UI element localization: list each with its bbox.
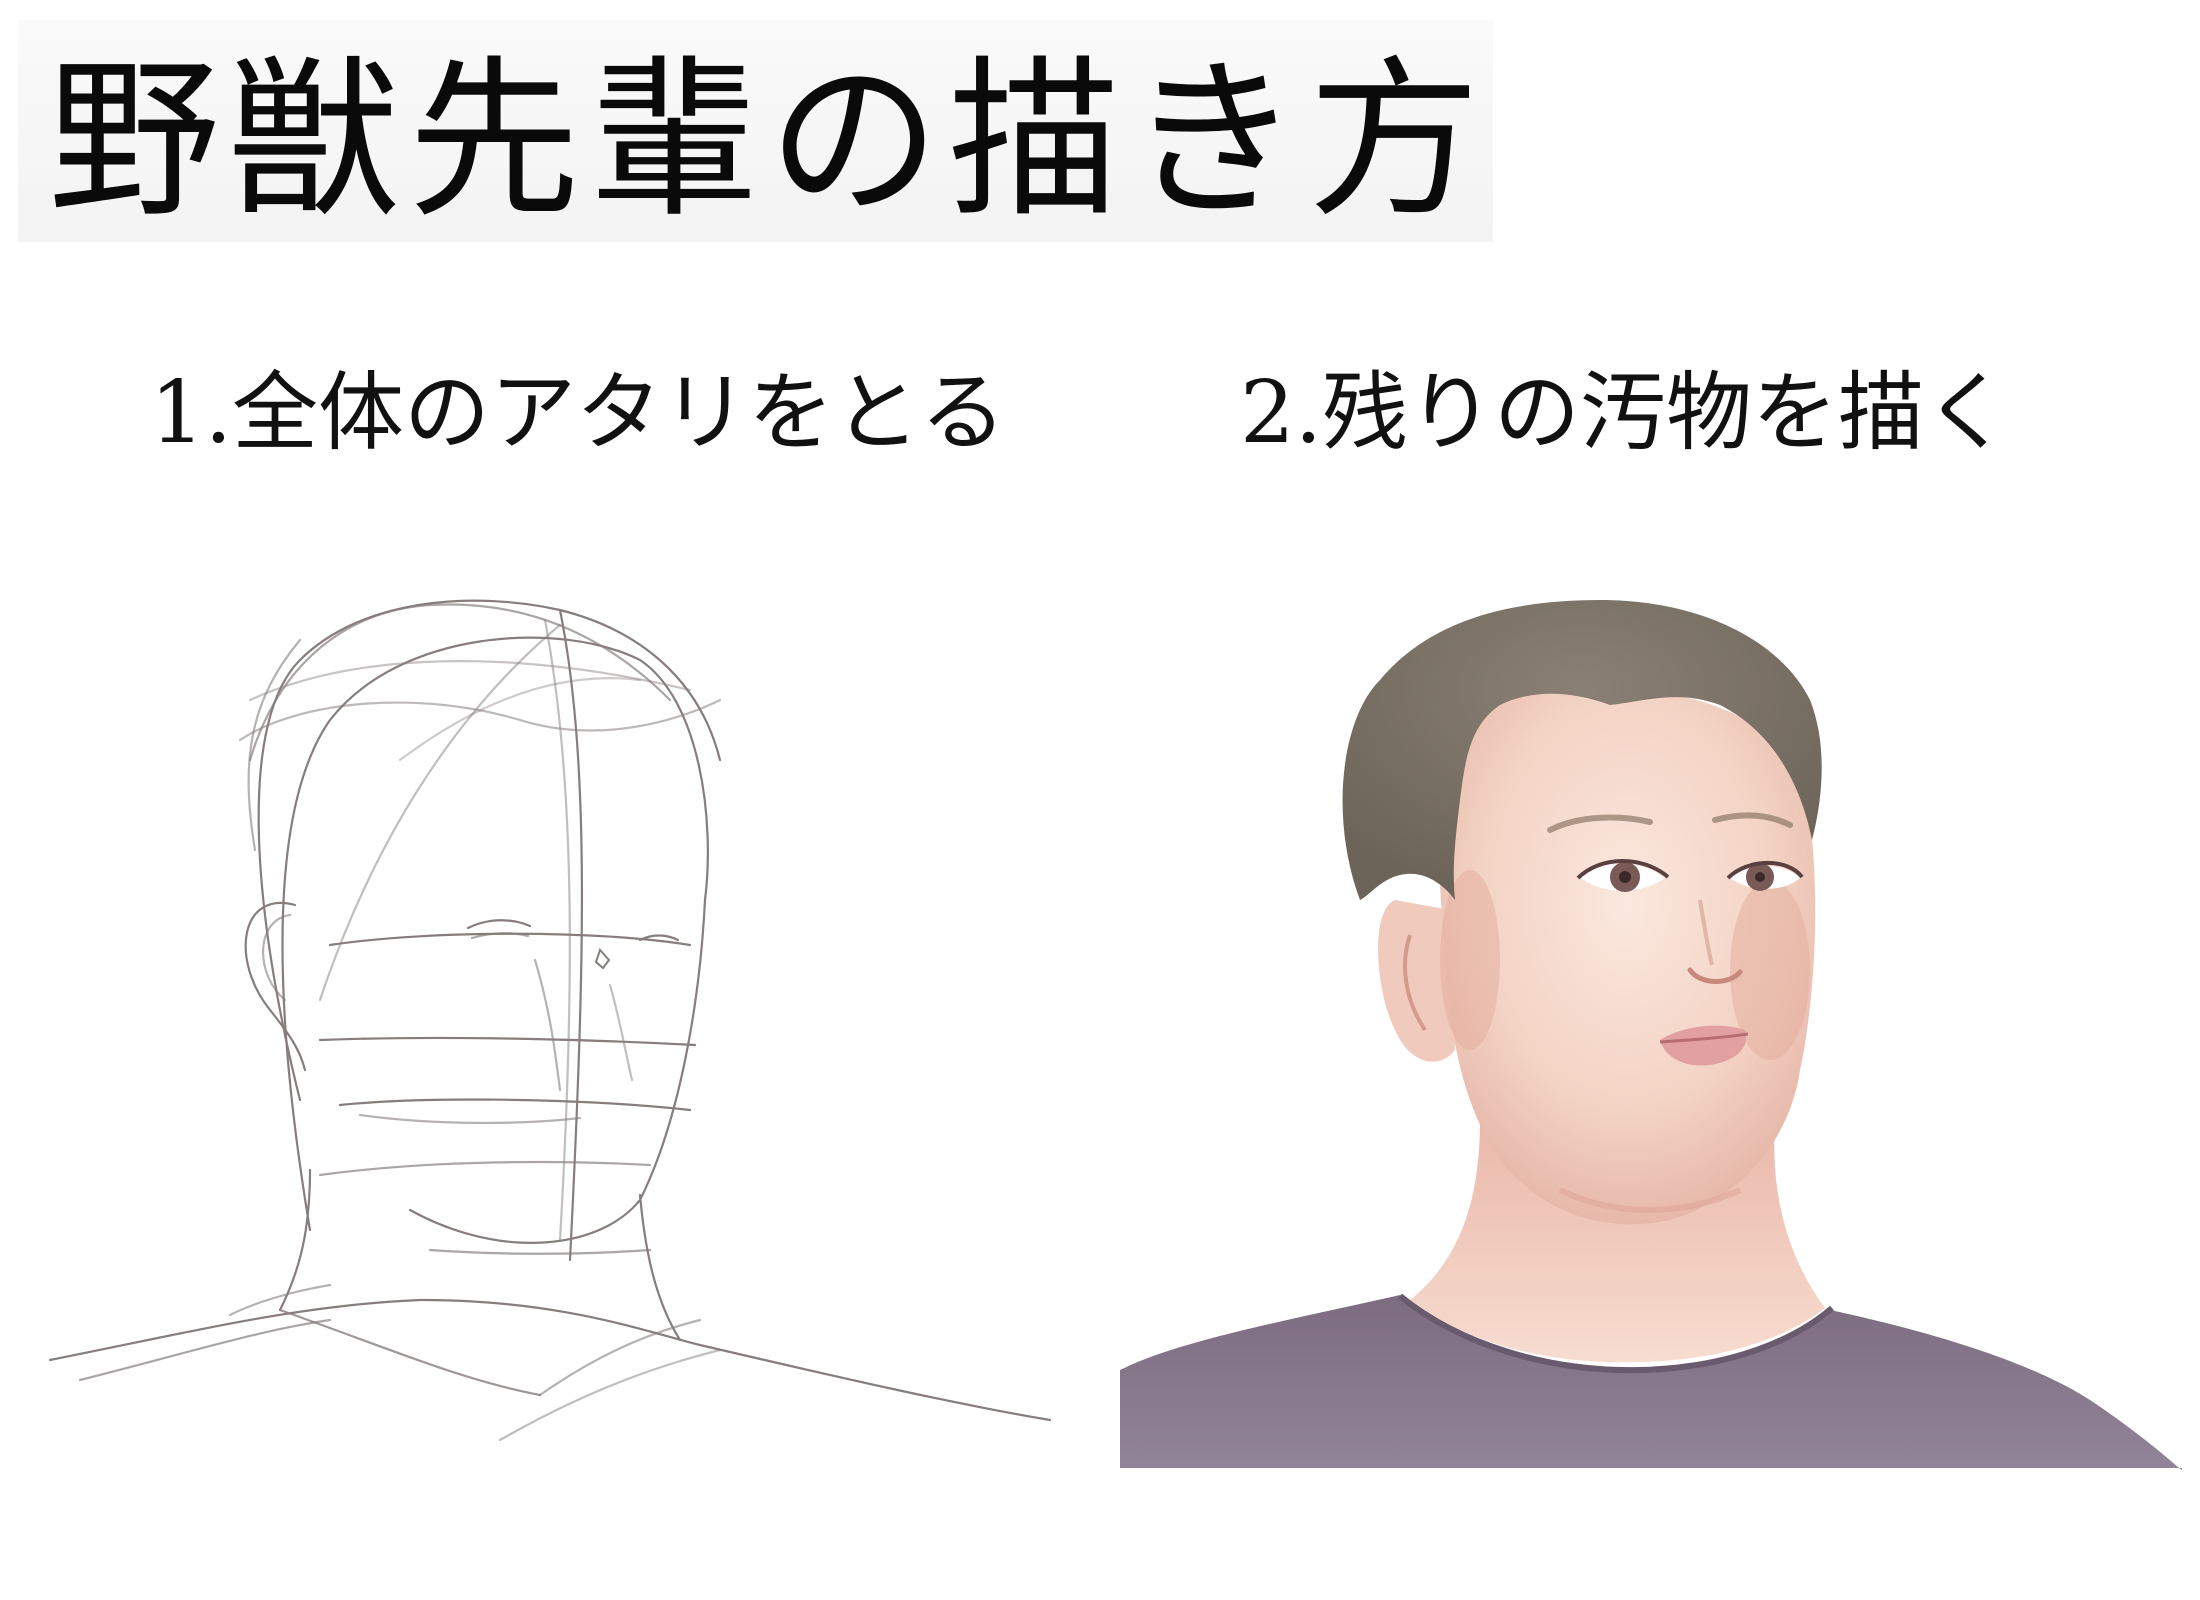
illustrations bbox=[48, 599, 2182, 1470]
finished-portrait bbox=[1120, 600, 2182, 1470]
sketch-drawing bbox=[48, 599, 1052, 1442]
